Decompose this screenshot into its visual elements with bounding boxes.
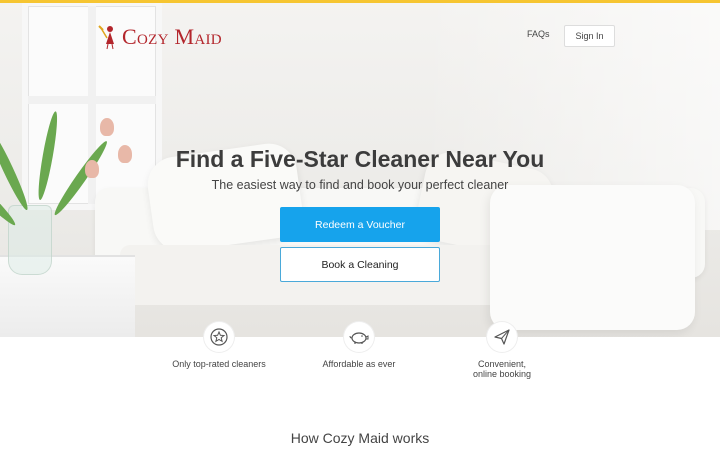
star-badge-icon xyxy=(210,328,228,346)
hero-title: Find a Five-Star Cleaner Near You xyxy=(175,146,545,172)
piggy-bank-icon xyxy=(349,332,369,344)
feature-affordable: Affordable as ever xyxy=(289,322,429,369)
maid-icon xyxy=(98,25,114,50)
feature-label: Convenient, online booking xyxy=(472,359,532,379)
flower-vase xyxy=(8,205,52,275)
feature-top-rated: Only top-rated cleaners xyxy=(149,322,289,369)
feature-label: Affordable as ever xyxy=(322,359,396,369)
how-it-works-heading: How Cozy Maid works xyxy=(290,430,430,446)
book-cleaning-button[interactable]: Book a Cleaning xyxy=(280,247,440,282)
logo-text: Cozy Maid xyxy=(122,24,222,49)
logo[interactable]: Cozy Maid xyxy=(98,22,222,52)
hero-subtitle: The easiest way to find and book your pe… xyxy=(211,178,509,192)
paper-plane-icon xyxy=(494,329,510,345)
sign-in-button[interactable]: Sign In xyxy=(564,25,615,47)
redeem-voucher-button[interactable]: Redeem a Voucher xyxy=(280,207,440,242)
feature-label: Only top-rated cleaners xyxy=(172,359,266,369)
top-accent-bar xyxy=(0,0,720,3)
feature-online-booking: Convenient, online booking xyxy=(432,322,572,379)
nav-faqs-link[interactable]: FAQs xyxy=(527,29,550,39)
